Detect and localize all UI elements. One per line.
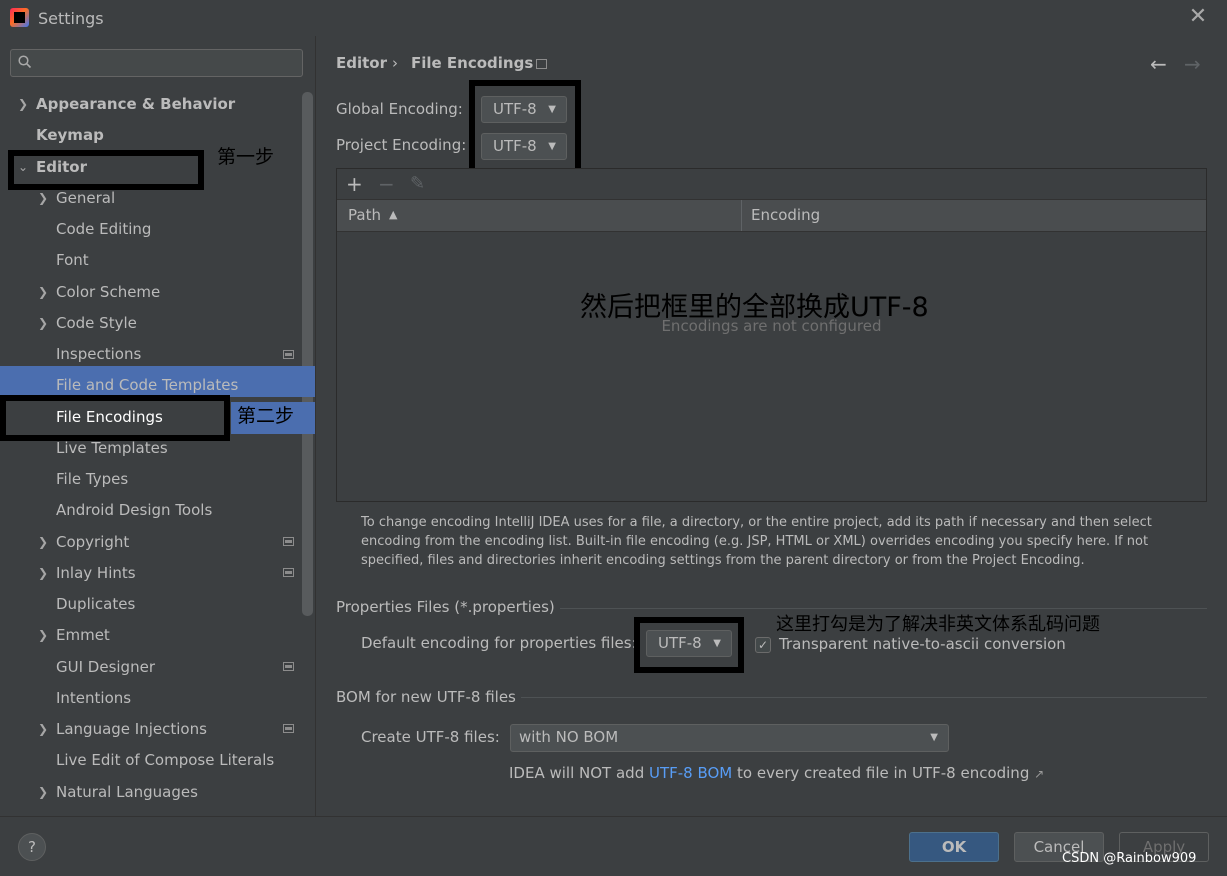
bom-create-select[interactable]: with NO BOM ▼ <box>510 724 949 752</box>
annotation-step-two: 第二步 <box>237 405 295 427</box>
watermark: CSDN @Rainbow909 <box>1062 851 1197 866</box>
sidebar-item-font[interactable]: Font <box>56 246 89 274</box>
properties-section-title: Properties Files (*.properties) <box>336 598 555 616</box>
edit-icon[interactable]: ✎ <box>410 171 425 197</box>
sidebar-item-duplicates[interactable]: Duplicates <box>56 590 135 618</box>
column-header-path[interactable]: Path <box>348 206 381 224</box>
bom-note-suffix: to every created file in UTF-8 encoding <box>732 764 1030 782</box>
annotation-checkbox-note: 这里打勾是为了解决非英文体系乱码问题 <box>776 614 1100 635</box>
global-encoding-label: Global Encoding: <box>336 100 463 118</box>
sidebar-item-inlay-hints[interactable]: Inlay Hints <box>56 559 136 587</box>
help-description: To change encoding IntelliJ IDEA uses fo… <box>361 515 1152 568</box>
transparent-ascii-label[interactable]: Transparent native-to-ascii conversion <box>779 635 1066 653</box>
utf8-bom-link[interactable]: UTF-8 BOM <box>649 764 732 782</box>
dropdown-arrow-icon: ▼ <box>930 732 938 743</box>
sidebar-item-natural-languages[interactable]: Natural Languages <box>56 778 198 806</box>
bom-section-title: BOM for new UTF-8 files <box>336 688 516 706</box>
chevron-right-icon[interactable]: ❯ <box>37 278 49 306</box>
transparent-ascii-checkbox[interactable]: ✓ <box>755 637 771 653</box>
chevron-right-icon[interactable]: ❯ <box>37 778 49 806</box>
project-scope-icon <box>283 724 294 733</box>
sidebar-item-inspections[interactable]: Inspections <box>56 340 141 368</box>
properties-default-label: Default encoding for properties files: <box>361 634 637 652</box>
chevron-right-icon[interactable]: ❯ <box>37 559 49 587</box>
sidebar-item-language-injections[interactable]: Language Injections <box>56 715 207 743</box>
chevron-right-icon[interactable]: ❯ <box>37 715 49 743</box>
bom-create-value: with NO BOM <box>519 728 619 746</box>
breadcrumb-separator: › <box>392 54 398 72</box>
help-button[interactable]: ? <box>18 833 46 861</box>
section-divider <box>521 697 1207 698</box>
project-scope-icon <box>536 59 547 69</box>
annotation-box-properties <box>634 617 744 673</box>
sidebar-item-android-design-tools[interactable]: Android Design Tools <box>56 496 212 524</box>
project-scope-icon <box>283 350 294 359</box>
sidebar-item-appearance-behavior[interactable]: Appearance & Behavior <box>36 90 235 118</box>
search-icon <box>18 55 32 69</box>
annotation-step-one: 第一步 <box>217 146 275 168</box>
bom-note: IDEA will NOT add UTF-8 BOM to every cre… <box>509 764 1044 782</box>
sort-ascending-icon: ▲ <box>389 208 398 221</box>
column-header-encoding[interactable]: Encoding <box>751 206 820 224</box>
window-title: Settings <box>38 9 104 28</box>
chevron-right-icon[interactable]: ❯ <box>37 621 49 649</box>
sidebar-item-code-style[interactable]: Code Style <box>56 309 137 337</box>
dialog-footer: ? OK Cancel Apply CSDN @Rainbow909 <box>0 816 1227 876</box>
intellij-app-icon <box>10 8 29 27</box>
bom-create-label: Create UTF-8 files: <box>361 728 500 746</box>
bom-note-prefix: IDEA will NOT add <box>509 764 649 782</box>
sidebar-item-live-edit-compose[interactable]: Live Edit of Compose Literals <box>56 746 274 774</box>
back-arrow-icon[interactable]: ← <box>1150 52 1167 76</box>
chevron-right-icon[interactable]: ❯ <box>17 90 29 118</box>
ok-button[interactable]: OK <box>909 832 999 862</box>
settings-search-input[interactable] <box>10 49 303 77</box>
external-link-icon: ↗ <box>1034 767 1045 781</box>
project-scope-icon <box>283 568 294 577</box>
page-title: File Encodings <box>411 54 534 72</box>
project-encoding-label: Project Encoding: <box>336 136 467 154</box>
sidebar-item-keymap[interactable]: Keymap <box>36 121 104 149</box>
breadcrumb-editor[interactable]: Editor <box>336 54 387 72</box>
project-scope-icon <box>283 537 294 546</box>
title-bar: Settings ✕ <box>0 0 1227 36</box>
section-divider <box>560 608 1207 609</box>
annotation-box-encodings <box>469 80 581 178</box>
chevron-right-icon[interactable]: ❯ <box>37 528 49 556</box>
sidebar-item-code-editing[interactable]: Code Editing <box>56 215 151 243</box>
annotation-box-file-encodings <box>0 395 230 441</box>
path-encoding-table: + − ✎ Path ▲ Encoding Encodings are not … <box>336 168 1207 502</box>
sidebar-item-file-types[interactable]: File Types <box>56 465 128 493</box>
sidebar-item-color-scheme[interactable]: Color Scheme <box>56 278 160 306</box>
remove-icon[interactable]: − <box>378 171 395 197</box>
add-icon[interactable]: + <box>346 171 363 197</box>
sidebar-item-gui-designer[interactable]: GUI Designer <box>56 653 155 681</box>
chevron-right-icon[interactable]: ❯ <box>37 309 49 337</box>
column-divider[interactable] <box>741 200 742 231</box>
annotation-center-note: 然后把框里的全部换成UTF-8 <box>580 292 929 323</box>
table-header: Path ▲ Encoding <box>337 200 1206 232</box>
close-icon[interactable]: ✕ <box>1187 6 1209 28</box>
table-toolbar: + − ✎ <box>337 169 1206 200</box>
annotation-box-editor <box>8 150 204 190</box>
forward-arrow-icon[interactable]: → <box>1184 52 1201 76</box>
project-scope-icon <box>283 662 294 671</box>
sidebar-item-intentions[interactable]: Intentions <box>56 684 131 712</box>
sidebar-item-emmet[interactable]: Emmet <box>56 621 110 649</box>
sidebar-item-copyright[interactable]: Copyright <box>56 528 129 556</box>
sidebar-scrollbar[interactable] <box>302 92 313 616</box>
